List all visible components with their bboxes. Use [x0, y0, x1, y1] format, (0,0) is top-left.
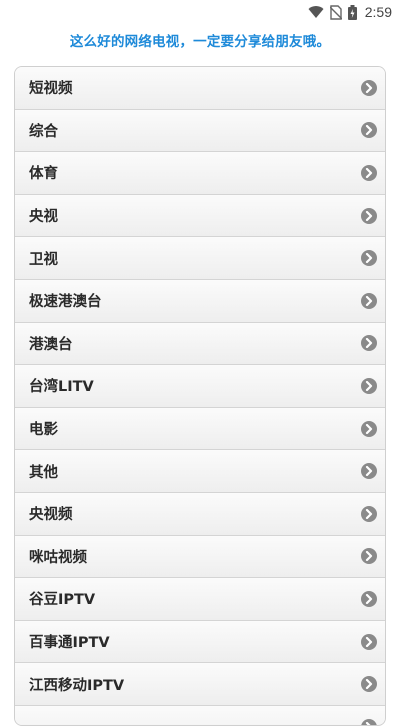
wifi-icon: [308, 5, 324, 19]
status-time: 2:59: [364, 4, 392, 20]
channel-row[interactable]: 央视: [15, 194, 385, 238]
channel-label: 谷豆IPTV: [29, 592, 96, 609]
channel-label: 卫视: [29, 251, 58, 268]
channel-row[interactable]: 极速港澳台: [15, 279, 385, 323]
no-sim-icon: [329, 4, 342, 20]
chevron-right-icon: [361, 505, 377, 522]
share-banner: 这么好的网络电视，一定要分享给朋友哦。: [69, 34, 331, 50]
chevron-right-icon: [361, 164, 377, 181]
chevron-right-icon: [361, 122, 377, 139]
channel-label: 江西移动IPTV: [29, 677, 125, 694]
channel-label: 百事通IPTV: [29, 635, 110, 652]
chevron-right-icon: [361, 377, 377, 394]
battery-icon: [347, 4, 357, 20]
channel-label: 港澳台: [29, 336, 73, 353]
channel-row[interactable]: 电影: [15, 407, 385, 451]
chevron-right-icon: [361, 548, 377, 565]
channel-row[interactable]: 综合: [15, 109, 385, 153]
channel-row[interactable]: 卫视: [15, 237, 385, 280]
channel-row[interactable]: 江西移动IPTV: [15, 663, 385, 706]
chevron-right-icon: [361, 420, 377, 437]
channel-row[interactable]: 其他: [15, 450, 385, 493]
channel-label: 咪咕视频: [29, 549, 87, 566]
channel-row[interactable]: 短视频: [15, 67, 385, 110]
chevron-right-icon: [361, 79, 377, 96]
channel-list: 短视频综合体育央视卫视极速港澳台港澳台台湾LITV 电影其他央视频咪咕视频谷豆IP…: [14, 66, 386, 726]
channel-row[interactable]: 咪咕视频: [15, 535, 385, 579]
channel-row[interactable]: 央视频: [15, 492, 385, 536]
chevron-right-icon: [361, 633, 377, 650]
chevron-right-icon: [361, 676, 377, 693]
channel-label: 极速港澳台: [29, 294, 102, 311]
channel-row[interactable]: 谷豆IPTV: [15, 578, 385, 621]
channel-label: 台湾LITV: [29, 379, 94, 396]
chevron-right-icon: [361, 718, 377, 725]
chevron-right-icon: [361, 463, 377, 480]
chevron-right-icon: [361, 207, 377, 224]
channel-label: 央视: [29, 209, 58, 226]
channel-row[interactable]: 体育: [15, 152, 385, 195]
channel-label: 央视频: [29, 507, 73, 524]
chevron-right-icon: [361, 590, 377, 607]
channel-label: 体育: [29, 166, 58, 183]
channel-label: 电影: [29, 422, 58, 439]
channel-row[interactable]: 港澳台: [15, 322, 385, 366]
status-bar: 2:59: [0, 0, 400, 24]
channel-label: 短视频: [29, 81, 73, 98]
chevron-right-icon: [361, 335, 377, 352]
chevron-right-icon: [361, 250, 377, 267]
channel-row[interactable]: [15, 705, 385, 725]
chevron-right-icon: [361, 292, 377, 309]
channel-label: 其他: [29, 464, 58, 481]
channel-row[interactable]: 台湾LITV: [15, 365, 385, 408]
channel-row[interactable]: 百事通IPTV: [15, 620, 385, 664]
channel-label: 综合: [29, 123, 58, 140]
